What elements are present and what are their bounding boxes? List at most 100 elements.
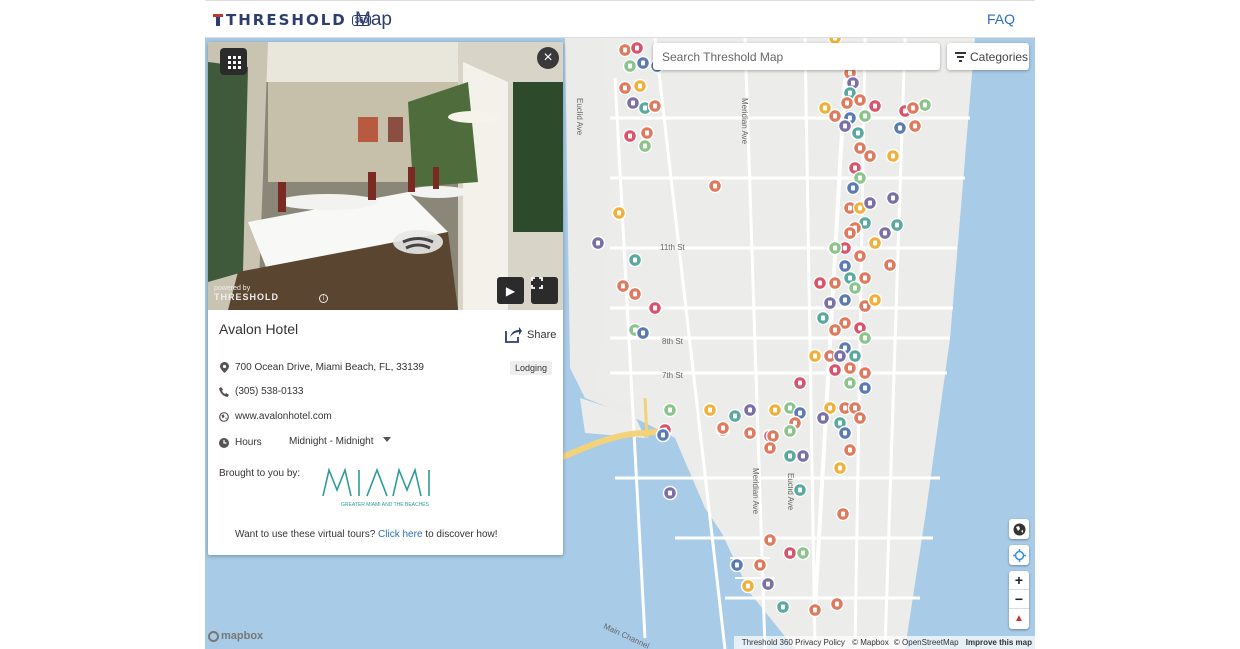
map-marker[interactable] xyxy=(639,125,655,141)
map-marker[interactable] xyxy=(762,532,778,548)
map-marker[interactable] xyxy=(867,235,883,251)
map-marker[interactable] xyxy=(795,545,811,561)
map-marker[interactable] xyxy=(837,425,853,441)
map-marker[interactable] xyxy=(847,280,863,296)
zoom-in-button[interactable]: + xyxy=(1009,571,1029,590)
map-marker[interactable] xyxy=(862,195,878,211)
map-marker[interactable] xyxy=(615,278,631,294)
close-panel-button[interactable]: × xyxy=(537,47,559,69)
map-marker[interactable] xyxy=(850,125,866,141)
faq-link[interactable]: FAQ xyxy=(987,11,1015,27)
map-marker[interactable] xyxy=(629,40,645,56)
map-marker[interactable] xyxy=(857,108,873,124)
map-marker[interactable] xyxy=(715,420,731,436)
map-marker[interactable] xyxy=(807,348,823,364)
map-marker[interactable] xyxy=(857,380,873,396)
map-marker[interactable] xyxy=(740,578,756,594)
map-marker[interactable] xyxy=(905,100,921,116)
sponsor-logo[interactable]: GREATER MIAMI AND THE BEACHES xyxy=(321,466,451,508)
cta-link[interactable]: Click here xyxy=(378,529,422,540)
map-marker[interactable] xyxy=(877,225,893,241)
map-marker[interactable] xyxy=(827,240,843,256)
map-marker[interactable] xyxy=(662,485,678,501)
website-link[interactable]: www.avalonhotel.com xyxy=(235,411,332,422)
map-marker[interactable] xyxy=(707,178,723,194)
categories-button[interactable]: Categories xyxy=(947,43,1029,70)
map-marker[interactable] xyxy=(611,205,627,221)
gallery-grid-button[interactable] xyxy=(220,48,247,75)
globe-style-button[interactable] xyxy=(1009,519,1029,539)
threshold-privacy-link[interactable]: Threshold 360 Privacy Policy xyxy=(742,638,845,647)
map-marker[interactable] xyxy=(857,365,873,381)
map-marker[interactable] xyxy=(852,248,868,264)
mapbox-logo[interactable]: mapbox xyxy=(208,630,263,642)
map-marker[interactable] xyxy=(617,42,633,58)
map-marker[interactable] xyxy=(827,322,843,338)
osm-attribution-link[interactable]: © OpenStreetMap xyxy=(894,638,959,647)
map-marker[interactable] xyxy=(842,442,858,458)
map-marker[interactable] xyxy=(627,252,643,268)
map-marker[interactable] xyxy=(827,362,843,378)
info-icon[interactable]: i xyxy=(319,294,328,303)
map-marker[interactable] xyxy=(829,596,845,612)
map-marker[interactable] xyxy=(762,440,778,456)
map-marker[interactable] xyxy=(632,78,648,94)
map-marker[interactable] xyxy=(835,506,851,522)
map-marker[interactable] xyxy=(765,428,781,444)
map-marker[interactable] xyxy=(792,482,808,498)
map-marker[interactable] xyxy=(655,427,671,443)
share-button[interactable]: Share xyxy=(504,326,556,343)
map-marker[interactable] xyxy=(635,55,651,71)
map-marker[interactable] xyxy=(662,402,678,418)
map-marker[interactable] xyxy=(882,257,898,273)
map-marker[interactable] xyxy=(885,190,901,206)
map-marker[interactable] xyxy=(617,80,633,96)
map-marker[interactable] xyxy=(837,258,853,274)
map-marker[interactable] xyxy=(635,325,651,341)
map-marker[interactable] xyxy=(845,180,861,196)
play-tour-button[interactable]: ▶ xyxy=(497,277,524,304)
map-marker[interactable] xyxy=(782,423,798,439)
map-marker[interactable] xyxy=(792,375,808,391)
map-marker[interactable] xyxy=(852,92,868,108)
search-input[interactable] xyxy=(653,43,940,70)
map-marker[interactable] xyxy=(827,275,843,291)
map-marker[interactable] xyxy=(782,448,798,464)
map-marker[interactable] xyxy=(889,217,905,233)
map-marker[interactable] xyxy=(752,557,768,573)
map-marker[interactable] xyxy=(847,348,863,364)
map-marker[interactable] xyxy=(857,330,873,346)
search-box[interactable] xyxy=(653,43,940,70)
map-marker[interactable] xyxy=(767,402,783,418)
map-marker[interactable] xyxy=(842,225,858,241)
hours-value[interactable]: Midnight - Midnight xyxy=(289,436,373,447)
hours-dropdown-caret-icon[interactable] xyxy=(383,437,391,442)
map-marker[interactable] xyxy=(885,148,901,164)
fullscreen-button[interactable] xyxy=(531,277,558,304)
map-marker[interactable] xyxy=(647,98,663,114)
phone-text[interactable]: (305) 538-0133 xyxy=(235,386,303,397)
map-marker[interactable] xyxy=(832,460,848,476)
map-marker[interactable] xyxy=(837,118,853,134)
map-marker[interactable] xyxy=(815,410,831,426)
map-marker[interactable] xyxy=(729,557,745,573)
map-marker[interactable] xyxy=(727,408,743,424)
threshold-logo[interactable]: THRESHOLD 360 xyxy=(213,11,372,29)
map-marker[interactable] xyxy=(795,448,811,464)
improve-map-link[interactable]: Improve this map xyxy=(966,638,1032,647)
map-marker[interactable] xyxy=(852,410,868,426)
map-marker[interactable] xyxy=(622,58,638,74)
map-marker[interactable] xyxy=(815,310,831,326)
map-marker[interactable] xyxy=(837,292,853,308)
map-marker[interactable] xyxy=(647,300,663,316)
map-marker[interactable] xyxy=(862,148,878,164)
map-marker[interactable] xyxy=(817,100,833,116)
map-marker[interactable] xyxy=(867,98,883,114)
map-marker[interactable] xyxy=(842,375,858,391)
map-marker[interactable] xyxy=(702,402,718,418)
map-canvas[interactable]: 11th St 8th St 7th St Meridian Ave Eucli… xyxy=(205,38,1035,649)
map-marker[interactable] xyxy=(742,402,758,418)
compass-button[interactable]: ▲ xyxy=(1009,609,1029,628)
map-marker[interactable] xyxy=(760,576,776,592)
map-marker[interactable] xyxy=(627,286,643,302)
